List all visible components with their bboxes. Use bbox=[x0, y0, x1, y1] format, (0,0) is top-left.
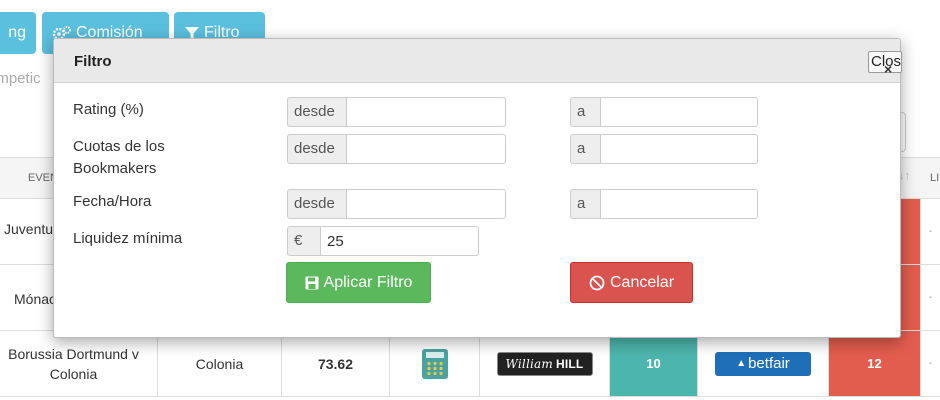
dash-cell: - bbox=[928, 226, 933, 237]
odds-from-input[interactable] bbox=[346, 134, 506, 164]
back-odds-cell: 10 bbox=[610, 331, 698, 396]
euro-addon: € bbox=[287, 226, 320, 256]
modal-header: Filtro Close × bbox=[54, 39, 902, 83]
close-icon[interactable]: × bbox=[884, 61, 892, 77]
apply-filter-button[interactable]: Aplicar Filtro bbox=[286, 262, 431, 303]
dash-cell: - bbox=[928, 292, 933, 303]
rating-to-input[interactable] bbox=[600, 97, 758, 127]
apply-filter-label: Aplicar Filtro bbox=[323, 273, 413, 291]
event-name: Juventu bbox=[4, 221, 54, 237]
calculator-cell[interactable] bbox=[390, 331, 480, 396]
datetime-to-input[interactable] bbox=[600, 189, 758, 219]
datetime-to-addon: a bbox=[570, 189, 600, 219]
betfair-logo-text: betfair bbox=[748, 355, 790, 372]
liquidity-input[interactable] bbox=[320, 226, 479, 256]
save-icon bbox=[305, 276, 319, 289]
modal-title: Filtro bbox=[74, 53, 112, 70]
rating-to-addon: a bbox=[570, 97, 600, 127]
rating-label: Rating (%) bbox=[73, 101, 144, 118]
datetime-from-input[interactable] bbox=[346, 189, 506, 219]
odds-to-input[interactable] bbox=[600, 134, 758, 164]
odds-label: Cuotas de los Bookmakers bbox=[73, 138, 165, 177]
competition-search-input[interactable]: ompetic bbox=[0, 70, 41, 87]
table-row[interactable]: Borussia Dortmund v Colonia Colonia 73.6… bbox=[0, 331, 940, 397]
dash-cell: - bbox=[928, 358, 933, 369]
filter-modal: Filtro Close × Rating (%) desde a Cuotas… bbox=[53, 38, 902, 338]
betfair-logo[interactable]: ▲ betfair bbox=[715, 351, 811, 376]
lay-odds-cell: 12 bbox=[829, 331, 921, 396]
event-name: Borussia Dortmund v Colonia bbox=[0, 331, 158, 396]
liquidity-label: Liquidez mínima bbox=[73, 230, 183, 247]
header-last[interactable]: LI bbox=[930, 172, 939, 184]
odds-from-addon: desde bbox=[287, 134, 346, 164]
william-hill-logo[interactable]: William HILL bbox=[496, 351, 593, 376]
cancel-label: Cancelar bbox=[609, 273, 675, 291]
ban-icon bbox=[589, 275, 605, 290]
rating-from-addon: desde bbox=[287, 97, 346, 127]
event-name: Mónac bbox=[14, 291, 57, 307]
rating-from-input[interactable] bbox=[346, 97, 506, 127]
bookmaker-cell[interactable]: William HILL bbox=[480, 331, 610, 396]
calculator-icon[interactable] bbox=[421, 348, 448, 379]
datetime-from-addon: desde bbox=[287, 189, 346, 219]
rating-button[interactable]: ng bbox=[0, 12, 36, 54]
cancel-button[interactable]: Cancelar bbox=[570, 262, 693, 303]
datetime-label: Fecha/Hora bbox=[73, 193, 152, 210]
odds-to-addon: a bbox=[570, 134, 600, 164]
rating-value: 73.62 bbox=[282, 331, 390, 396]
exchange-cell[interactable]: ▲ betfair bbox=[698, 331, 829, 396]
rating-button-label: ng bbox=[8, 24, 26, 41]
team-name: Colonia bbox=[158, 331, 282, 396]
